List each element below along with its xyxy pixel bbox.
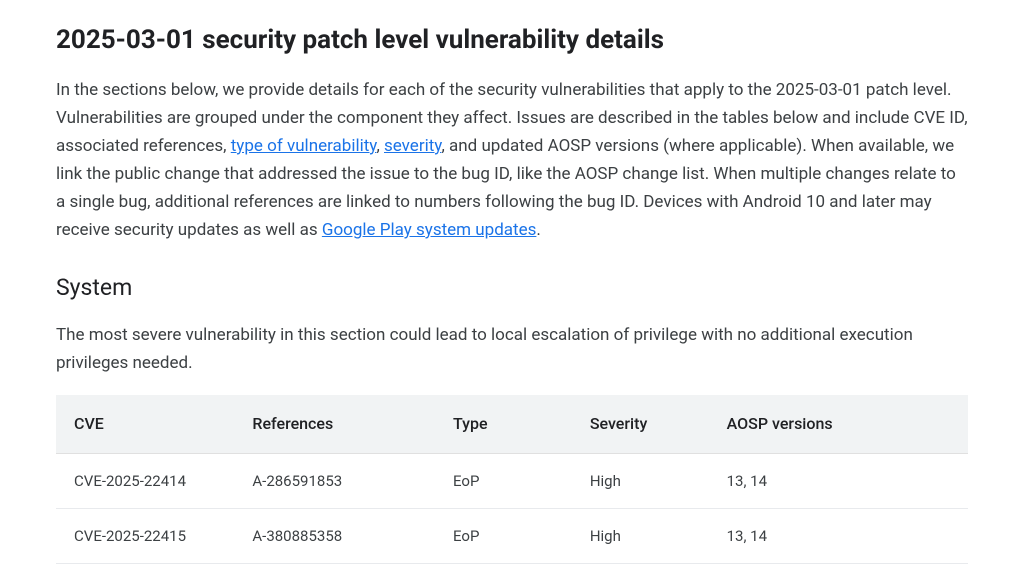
intro-text-2: , xyxy=(376,136,384,156)
header-aosp: AOSP versions xyxy=(713,395,968,453)
link-type-of-vulnerability[interactable]: type of vulnerability xyxy=(231,136,377,156)
cell-aosp: 13, 14 xyxy=(713,453,968,508)
header-type: Type xyxy=(439,395,576,453)
cell-type: EoP xyxy=(439,508,576,563)
intro-paragraph: In the sections below, we provide detail… xyxy=(56,76,968,244)
header-severity: Severity xyxy=(576,395,713,453)
cell-type: EoP xyxy=(439,453,576,508)
page-title: 2025-03-01 security patch level vulnerab… xyxy=(56,24,968,58)
cell-severity: High xyxy=(576,453,713,508)
table-header-row: CVE References Type Severity AOSP versio… xyxy=(56,395,968,453)
cell-cve: CVE-2025-22414 xyxy=(56,453,238,508)
table-row: CVE-2025-22414 A-286591853 EoP High 13, … xyxy=(56,453,968,508)
link-severity[interactable]: severity xyxy=(384,136,441,156)
section-description: The most severe vulnerability in this se… xyxy=(56,321,968,377)
cell-references: A-380885358 xyxy=(238,508,439,563)
vulnerabilities-table: CVE References Type Severity AOSP versio… xyxy=(56,395,968,564)
header-references: References xyxy=(238,395,439,453)
cell-references: A-286591853 xyxy=(238,453,439,508)
section-title-system: System xyxy=(56,270,968,307)
cell-aosp: 13, 14 xyxy=(713,508,968,563)
intro-text-4: . xyxy=(536,220,540,240)
header-cve: CVE xyxy=(56,395,238,453)
link-google-play-updates[interactable]: Google Play system updates xyxy=(322,220,537,240)
cell-severity: High xyxy=(576,508,713,563)
cell-cve: CVE-2025-22415 xyxy=(56,508,238,563)
table-row: CVE-2025-22415 A-380885358 EoP High 13, … xyxy=(56,508,968,563)
